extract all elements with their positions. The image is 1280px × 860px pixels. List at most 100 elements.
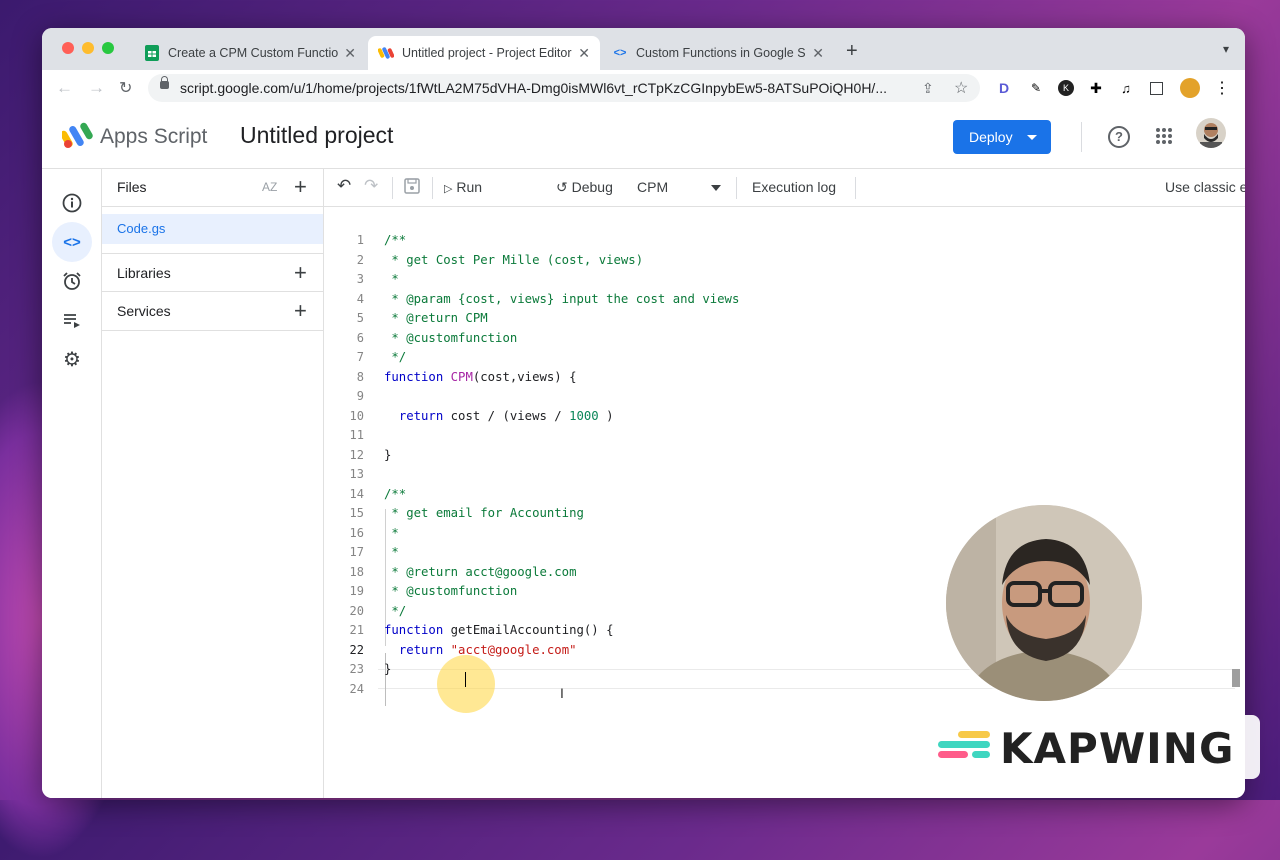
close-icon[interactable]: ✕ bbox=[344, 45, 356, 62]
account-avatar[interactable] bbox=[1196, 118, 1226, 148]
add-file-icon[interactable]: + bbox=[294, 176, 307, 198]
code-line[interactable] bbox=[384, 426, 739, 446]
code-line[interactable]: function getEmailAccounting() { bbox=[384, 621, 739, 641]
close-icon[interactable]: ✕ bbox=[812, 45, 824, 62]
divider bbox=[736, 177, 737, 199]
code-line[interactable]: * bbox=[384, 524, 739, 544]
code-editor[interactable]: 1 2 3 4 5 6 7 8 9 10 11 12 13 14 15 16 17 18 19 20 21 22 23 24 … bbox=[324, 207, 1245, 798]
code-line[interactable]: * @customfunction bbox=[384, 329, 739, 349]
extension-pen-icon[interactable]: ✎ bbox=[1028, 80, 1044, 96]
execution-log-button[interactable]: Execution log bbox=[752, 179, 836, 195]
code-token: * bbox=[384, 545, 399, 559]
line-number: 14 bbox=[349, 486, 364, 501]
libraries-section[interactable]: Libraries + bbox=[102, 253, 323, 292]
services-section[interactable]: Services + bbox=[102, 291, 323, 331]
new-tab-button[interactable]: + bbox=[846, 40, 858, 63]
star-icon[interactable]: ☆ bbox=[954, 78, 968, 98]
code-line[interactable]: function CPM(cost,views) { bbox=[384, 368, 739, 388]
add-service-icon[interactable]: + bbox=[294, 300, 307, 322]
code-line[interactable]: return "acct@google.com" bbox=[384, 641, 739, 661]
line-number: 5 bbox=[356, 311, 364, 325]
puzzle-icon[interactable]: ✚ bbox=[1088, 80, 1104, 96]
file-item-code-gs[interactable]: Code.gs bbox=[102, 214, 323, 244]
line-number-gutter: 1 2 3 4 5 6 7 8 9 10 11 12 13 14 15 16 17 18 19 20 21 22 23 24 bbox=[324, 231, 364, 699]
apps-grid-icon[interactable] bbox=[1156, 128, 1172, 144]
back-button[interactable]: ← bbox=[56, 78, 73, 98]
run-button[interactable]: ▷ Run bbox=[444, 179, 482, 195]
code-token: "acct@google.com" bbox=[450, 642, 577, 657]
function-select[interactable]: CPM bbox=[637, 179, 668, 195]
project-title[interactable]: Untitled project bbox=[240, 122, 393, 149]
code-line[interactable]: * bbox=[384, 543, 739, 563]
code-content[interactable]: /** * get Cost Per Mille (cost, views) *… bbox=[384, 231, 739, 699]
code-line[interactable]: * bbox=[384, 270, 739, 290]
sort-az-icon[interactable]: AZ bbox=[262, 180, 277, 194]
tab-title: Custom Functions in Google Sheets bbox=[636, 46, 806, 60]
code-line[interactable]: * get Cost Per Mille (cost, views) bbox=[384, 251, 739, 271]
save-icon[interactable] bbox=[404, 178, 420, 197]
scrollbar-marker[interactable] bbox=[1232, 669, 1240, 687]
code-token: () { bbox=[583, 623, 614, 637]
menu-icon[interactable]: ⋮ bbox=[1214, 80, 1230, 97]
help-icon[interactable]: ? bbox=[1108, 126, 1130, 148]
code-line[interactable]: * @return CPM bbox=[384, 309, 739, 329]
ibeam-cursor-icon: I bbox=[560, 685, 564, 701]
address-bar[interactable]: script.google.com/u/1/home/projects/1fWt… bbox=[148, 74, 980, 102]
editor-toolbar: ↶ ↷ ▷ Run ↺ Debug CPM Execution log Use … bbox=[324, 169, 1245, 207]
code-token: CPM bbox=[450, 369, 473, 384]
code-line[interactable]: /** bbox=[384, 485, 739, 505]
code-line[interactable]: * @param {cost, views} input the cost an… bbox=[384, 290, 739, 310]
share-icon[interactable]: ⇪ bbox=[922, 80, 934, 97]
close-window-button[interactable] bbox=[62, 42, 74, 54]
minimize-window-button[interactable] bbox=[82, 42, 94, 54]
undo-icon[interactable]: ↶ bbox=[337, 176, 351, 196]
add-library-icon[interactable]: + bbox=[294, 262, 307, 284]
code-line[interactable]: */ bbox=[384, 602, 739, 622]
browser-toolbar: ← → ↻ script.google.com/u/1/home/project… bbox=[42, 70, 1245, 107]
code-line[interactable]: * get email for Accounting bbox=[384, 504, 739, 524]
reload-button[interactable]: ↻ bbox=[119, 78, 132, 98]
close-icon[interactable]: ✕ bbox=[578, 45, 590, 62]
settings-button[interactable]: ⚙ bbox=[52, 339, 92, 379]
code-line[interactable]: * @return acct@google.com bbox=[384, 563, 739, 583]
code-line[interactable]: } bbox=[384, 446, 739, 466]
debug-icon: ↺ bbox=[556, 179, 568, 195]
executions-button[interactable] bbox=[52, 300, 92, 340]
forward-button[interactable]: → bbox=[88, 78, 105, 98]
code-token: } bbox=[384, 447, 392, 462]
triggers-button[interactable] bbox=[52, 261, 92, 301]
code-line[interactable]: return cost / (views / 1000 ) bbox=[384, 407, 739, 427]
profile-avatar[interactable] bbox=[1180, 78, 1200, 98]
code-line[interactable] bbox=[384, 387, 739, 407]
redo-icon[interactable]: ↷ bbox=[364, 176, 378, 196]
code-token: * bbox=[384, 272, 399, 286]
debug-button[interactable]: ↺ Debug bbox=[556, 179, 613, 196]
extension-k-icon[interactable]: K bbox=[1058, 80, 1074, 96]
maximize-window-button[interactable] bbox=[102, 42, 114, 54]
extension-d-icon[interactable]: D bbox=[996, 80, 1012, 96]
code-token: return bbox=[398, 408, 444, 423]
tab-project-editor[interactable]: Untitled project - Project Editor ✕ bbox=[368, 36, 600, 70]
tab-custom-functions[interactable]: <> Custom Functions in Google Sheets ✕ bbox=[602, 36, 834, 70]
use-classic-editor-button[interactable]: Use classic editor bbox=[1165, 179, 1245, 195]
alarm-icon bbox=[63, 272, 81, 290]
sidepanel-icon[interactable] bbox=[1150, 82, 1163, 95]
media-icon[interactable]: ♫ bbox=[1118, 80, 1134, 96]
deploy-button[interactable]: Deploy bbox=[953, 120, 1051, 154]
editor-button[interactable]: <> bbox=[52, 222, 92, 262]
code-line[interactable]: /** bbox=[384, 231, 739, 251]
tab-create-cpm[interactable]: Create a CPM Custom Function ✕ bbox=[134, 36, 366, 70]
gear-icon: ⚙ bbox=[63, 348, 81, 371]
webcam-overlay bbox=[946, 505, 1142, 701]
overview-button[interactable] bbox=[52, 183, 92, 223]
line-number: 23 bbox=[349, 662, 364, 676]
url-text: script.google.com/u/1/home/projects/1fWt… bbox=[180, 80, 887, 96]
code-line[interactable]: } bbox=[384, 660, 739, 680]
files-title: Files bbox=[117, 179, 147, 195]
code-line[interactable]: * @customfunction bbox=[384, 582, 739, 602]
chevron-down-icon[interactable] bbox=[711, 185, 721, 191]
code-line[interactable] bbox=[384, 465, 739, 485]
code-line[interactable]: */ bbox=[384, 348, 739, 368]
chevron-down-icon[interactable]: ▾ bbox=[1223, 42, 1229, 56]
code-token: * get Cost Per Mille (cost, views) bbox=[384, 252, 644, 267]
